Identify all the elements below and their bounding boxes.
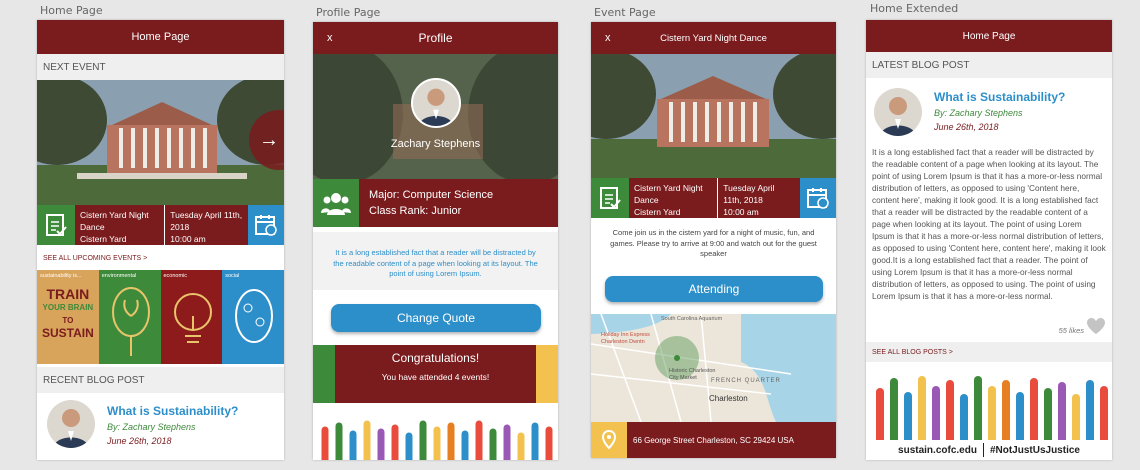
event-address: 66 George Street Charleston, SC 29424 US… bbox=[627, 422, 836, 458]
tile-environmental[interactable]: environmental bbox=[98, 270, 161, 364]
blog-title[interactable]: What is Sustainability? bbox=[107, 404, 238, 418]
home-blog-card[interactable]: What is Sustainability? By: Zachary Step… bbox=[37, 400, 284, 448]
profile-avatar bbox=[411, 78, 461, 128]
tile-label: environmental bbox=[101, 273, 137, 279]
next-event-header: NEXT EVENT bbox=[37, 54, 284, 80]
home-ext-header: Home Page bbox=[866, 20, 1112, 52]
board-label-event: Event Page bbox=[594, 6, 656, 19]
latest-blog-card[interactable]: What is Sustainability? By: Zachary Step… bbox=[866, 88, 1112, 136]
poster-line: SUSTAIN bbox=[41, 326, 94, 340]
poster-line: YOUR BRAIN bbox=[42, 303, 94, 312]
home-ext-title: Home Page bbox=[962, 30, 1016, 42]
event-date: Tuesday April 11th, 2018 bbox=[723, 183, 775, 205]
poster-line: TRAIN bbox=[46, 286, 90, 302]
congrats-text: You have attended 4 events! bbox=[381, 372, 490, 382]
tile-social[interactable]: social bbox=[222, 270, 284, 364]
see-all-events-link[interactable]: SEE ALL UPCOMING EVENTS > bbox=[43, 255, 147, 262]
home-screen: Home Page NEXT EVENT → Cistern Yard Nigh bbox=[37, 20, 284, 460]
checklist-icon bbox=[37, 205, 75, 245]
blog-body: It is a long established fact that a rea… bbox=[872, 147, 1106, 301]
heart-icon[interactable] bbox=[1086, 317, 1106, 335]
map-label: Charleston bbox=[709, 394, 748, 403]
event-header: x Cistern Yard Night Dance bbox=[591, 22, 836, 54]
event-description: Come join us in the cistern yard for a n… bbox=[610, 228, 817, 258]
profile-screen: x Profile Zachary Stephens Major: Comput… bbox=[313, 22, 558, 460]
footer-hashtag: #NotJustUsJustice bbox=[989, 444, 1080, 456]
change-quote-button[interactable]: Change Quote bbox=[331, 304, 541, 332]
attending-button[interactable]: Attending bbox=[605, 276, 823, 302]
home-title: Home Page bbox=[131, 31, 190, 43]
calendar-icon[interactable] bbox=[800, 178, 836, 218]
congrats-banner: Congratulations! You have attended 4 eve… bbox=[313, 345, 558, 403]
close-icon[interactable]: x bbox=[605, 32, 611, 44]
footer-site[interactable]: sustain.cofc.edu bbox=[898, 445, 977, 456]
home-extended-screen: Home Page LATEST BLOG POST What is Susta… bbox=[866, 20, 1112, 460]
blog-author: By: Zachary Stephens bbox=[934, 108, 1023, 118]
calendar-icon[interactable] bbox=[248, 205, 284, 245]
blog-title[interactable]: What is Sustainability? bbox=[934, 90, 1065, 104]
map-pin-icon bbox=[591, 422, 627, 458]
bulb-icon bbox=[173, 293, 212, 343]
profile-title: Profile bbox=[418, 31, 453, 45]
social-icon bbox=[235, 289, 274, 343]
home-event-bar[interactable]: Cistern Yard Night Dance Cistern Yard Tue… bbox=[37, 205, 284, 245]
profile-info-bar: Major: Computer Science Class Rank: Juni… bbox=[313, 179, 558, 227]
blog-author: By: Zachary Stephens bbox=[107, 422, 196, 432]
congrats-title: Congratulations! bbox=[391, 351, 480, 365]
board-label-home-extended: Home Extended bbox=[870, 2, 959, 15]
checklist-icon bbox=[591, 178, 629, 218]
hands-illustration bbox=[866, 370, 1112, 440]
tile-label: economic bbox=[163, 273, 188, 279]
map-label: FRENCH QUARTER bbox=[711, 378, 781, 384]
event-screen: x Cistern Yard Night Dance Cistern Yard … bbox=[591, 22, 836, 458]
board-label-home: Home Page bbox=[40, 4, 103, 17]
category-tiles: sustainability is... TRAIN YOUR BRAIN TO… bbox=[37, 270, 284, 364]
event-title: Cistern Yard Night Dance bbox=[660, 32, 767, 44]
home-event-time: 10:00 am bbox=[170, 234, 206, 244]
event-photo[interactable]: → bbox=[37, 80, 284, 205]
tile-sustainability[interactable]: sustainability is... TRAIN YOUR BRAIN TO… bbox=[37, 270, 99, 364]
likes-count: 55 likes bbox=[1058, 326, 1084, 335]
arrow-right-icon: → bbox=[259, 128, 279, 151]
tile-label: social bbox=[225, 273, 240, 279]
profile-cover: Zachary Stephens bbox=[313, 54, 558, 179]
recent-blog-header: RECENT BLOG POST bbox=[37, 367, 284, 393]
tile-label: sustainability is... bbox=[40, 273, 82, 279]
map-label: South Carolina Aquarium bbox=[661, 316, 723, 322]
users-icon bbox=[313, 179, 359, 227]
close-icon[interactable]: x bbox=[327, 32, 333, 44]
home-event-date: Tuesday April 11th, 2018 bbox=[170, 210, 243, 232]
profile-name: Zachary Stephens bbox=[390, 138, 481, 150]
hands-illustration bbox=[313, 417, 558, 460]
profile-class-rank: Class Rank: Junior bbox=[369, 205, 462, 217]
event-location: Cistern Yard bbox=[634, 207, 681, 217]
tile-economic[interactable]: economic bbox=[160, 270, 223, 364]
event-name: Cistern Yard Night Dance bbox=[634, 183, 703, 205]
home-header: Home Page bbox=[37, 20, 284, 54]
blog-date: June 26th, 2018 bbox=[107, 436, 172, 446]
board-label-profile: Profile Page bbox=[316, 6, 381, 19]
profile-header: x Profile bbox=[313, 22, 558, 54]
footer-bar: sustain.cofc.edu #NotJustUsJustice bbox=[866, 440, 1112, 460]
event-photo bbox=[591, 54, 836, 178]
event-time: 10:00 am bbox=[723, 207, 759, 217]
event-map[interactable]: South Carolina Aquarium Holiday Inn Expr… bbox=[591, 314, 836, 422]
blog-date: June 26th, 2018 bbox=[934, 122, 999, 132]
profile-quote: It is a long established fact that a rea… bbox=[333, 248, 538, 278]
see-all-blog-link[interactable]: SEE ALL BLOG POSTS > bbox=[866, 342, 1112, 362]
map-label: Holiday Inn Express Charleston Dwntn bbox=[601, 332, 650, 345]
event-info-bar: Cistern Yard Night Dance Cistern Yard Tue… bbox=[591, 178, 836, 218]
tree-icon bbox=[111, 287, 150, 356]
home-event-location: Cistern Yard bbox=[80, 234, 127, 244]
profile-major: Major: Computer Science bbox=[369, 189, 494, 201]
home-event-name: Cistern Yard Night Dance bbox=[80, 210, 149, 232]
latest-blog-header: LATEST BLOG POST bbox=[866, 52, 1112, 78]
avatar bbox=[874, 88, 922, 136]
avatar bbox=[47, 400, 95, 448]
address-bar[interactable]: 66 George Street Charleston, SC 29424 US… bbox=[591, 422, 836, 458]
